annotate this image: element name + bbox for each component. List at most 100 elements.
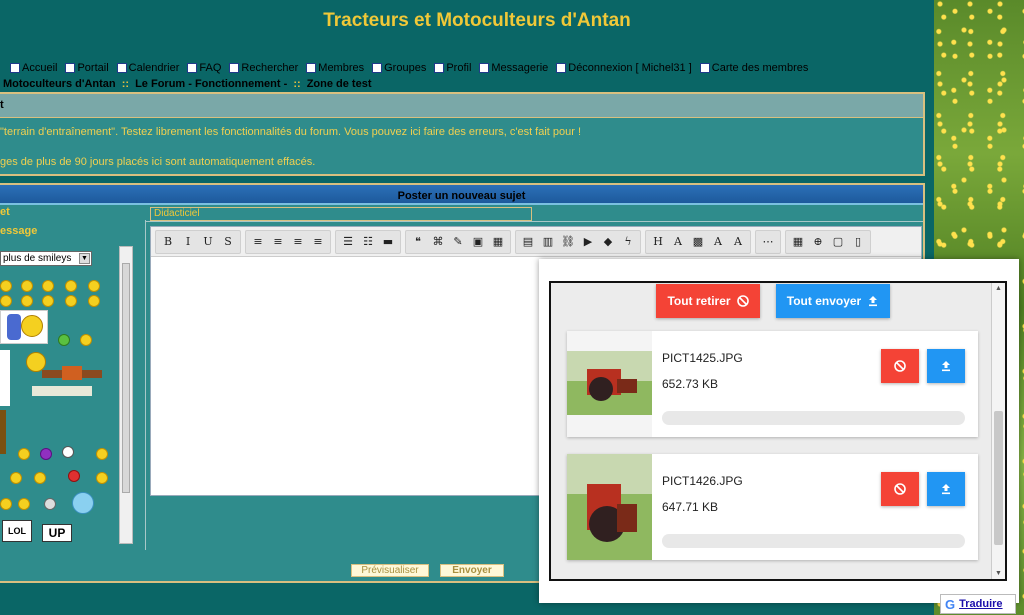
post-header: Poster un nouveau sujet	[0, 185, 923, 205]
smiley-icon[interactable]	[0, 295, 12, 307]
cancel-file-button[interactable]	[881, 349, 919, 383]
lol-sign-icon[interactable]: LOL	[2, 520, 32, 542]
hr-icon[interactable]: ▬	[379, 233, 397, 251]
smiley-icon[interactable]	[65, 295, 77, 307]
upload-file-button[interactable]	[927, 349, 965, 383]
forum-head: t	[0, 94, 923, 118]
nav-item[interactable]: FAQ	[187, 62, 221, 74]
bullet-list-icon[interactable]: ☰	[339, 233, 357, 251]
smiley-icon[interactable]	[42, 295, 54, 307]
align-center-icon[interactable]: ≡	[269, 233, 287, 251]
smiley-icon[interactable]	[88, 295, 100, 307]
translate-button[interactable]: G Traduire	[940, 594, 1016, 614]
smiley-icon[interactable]	[96, 448, 108, 460]
upload-icon	[869, 296, 878, 307]
nav-item[interactable]: Groupes	[372, 62, 426, 74]
table-icon[interactable]: ▦	[489, 233, 507, 251]
nav-item[interactable]: Carte des membres	[699, 62, 808, 74]
justify-icon[interactable]: ≡	[309, 233, 327, 251]
smiley-icon[interactable]	[72, 492, 94, 514]
nav-item[interactable]: Déconnexion [ Michel31 ]	[556, 62, 692, 74]
breadcrumb-item[interactable]: Motoculteurs d'Antan	[3, 78, 116, 90]
link-icon[interactable]: ⛓	[559, 233, 577, 251]
smiley-icon[interactable]	[40, 448, 52, 460]
smiley-icon[interactable]	[21, 280, 33, 292]
image-icon[interactable]: ▤	[519, 233, 537, 251]
dailymotion-icon[interactable]: ◆	[599, 233, 617, 251]
cancel-file-button[interactable]	[881, 472, 919, 506]
nav-item[interactable]: Profil	[434, 62, 471, 74]
smiley-icon[interactable]	[80, 334, 92, 346]
upload-file-button[interactable]	[927, 472, 965, 506]
search-icon	[229, 63, 240, 73]
smiley-icon[interactable]	[18, 498, 30, 510]
smiley-icon[interactable]	[0, 280, 12, 292]
smiley-icon[interactable]	[34, 472, 46, 484]
subject-input[interactable]: Didacticiel	[150, 207, 532, 221]
smiley-icon[interactable]	[65, 280, 77, 292]
smiley-gun-icon[interactable]	[22, 352, 106, 408]
upload-scrollbar[interactable]: ▲ ▼	[991, 283, 1005, 579]
nav-item[interactable]: Accueil	[10, 62, 57, 74]
breadcrumb-item[interactable]: Zone de test	[307, 78, 372, 90]
youtube-icon[interactable]: ▶	[579, 233, 597, 251]
preview-button[interactable]: Prévisualiser	[351, 564, 429, 577]
date-icon[interactable]: ▦	[789, 233, 807, 251]
strike-icon[interactable]: S	[219, 233, 237, 251]
quote-icon[interactable]: ❝	[409, 233, 427, 251]
smiley-icon[interactable]	[0, 498, 12, 510]
smiley-icon[interactable]	[44, 498, 56, 510]
hide-icon[interactable]: ▣	[469, 233, 487, 251]
up-sign-icon[interactable]: UP	[42, 524, 72, 542]
remove-all-button[interactable]: Tout retirer	[656, 284, 760, 318]
scrollbar-thumb[interactable]	[994, 411, 1003, 545]
clear-format-icon[interactable]: A	[729, 233, 747, 251]
nav-item[interactable]: Membres	[306, 62, 364, 74]
smiley-icon[interactable]	[42, 280, 54, 292]
scrollbar-thumb[interactable]	[122, 263, 130, 493]
code-icon[interactable]: ⌘	[429, 233, 447, 251]
scroll-up-icon[interactable]: ▲	[995, 285, 1002, 292]
host-image-icon[interactable]: ▥	[539, 233, 557, 251]
heading-icon[interactable]: H	[649, 233, 667, 251]
smiley-icon[interactable]	[10, 472, 22, 484]
underline-icon[interactable]: U	[199, 233, 217, 251]
italic-icon[interactable]: I	[179, 233, 197, 251]
smiley-icon[interactable]	[58, 334, 70, 346]
nav-item[interactable]: Rechercher	[229, 62, 298, 74]
smiley-large-icon[interactable]	[0, 310, 48, 344]
zoom-icon[interactable]: ⊕	[809, 233, 827, 251]
source-icon[interactable]: ▯	[849, 233, 867, 251]
bold-icon[interactable]: B	[159, 233, 177, 251]
flash-icon[interactable]: ϟ	[619, 233, 637, 251]
toolbar-group: ▦ ⊕ ▢ ▯	[785, 229, 871, 254]
smiley-scrollbar[interactable]	[119, 246, 133, 544]
spoiler-icon[interactable]: ✎	[449, 233, 467, 251]
globe-icon	[699, 63, 710, 73]
scroll-down-icon[interactable]: ▼	[995, 570, 1002, 577]
more-icon[interactable]: ⋯	[759, 233, 777, 251]
font-style-icon[interactable]: A	[709, 233, 727, 251]
smiley-icon[interactable]	[62, 446, 74, 458]
smiley-large-icon[interactable]	[0, 350, 10, 406]
font-icon[interactable]: A	[669, 233, 687, 251]
nav-item[interactable]: Messagerie	[479, 62, 548, 74]
nav-item[interactable]: Calendrier	[116, 62, 179, 74]
smiley-icon[interactable]	[68, 470, 80, 482]
members-icon	[306, 63, 317, 73]
color-icon[interactable]: ▩	[689, 233, 707, 251]
smiley-large-icon[interactable]	[0, 410, 6, 454]
align-left-icon[interactable]: ≡	[249, 233, 267, 251]
smiley-icon[interactable]	[21, 295, 33, 307]
breadcrumb-item[interactable]: Le Forum - Fonctionnement -	[135, 78, 287, 90]
send-button[interactable]: Envoyer	[440, 564, 504, 577]
smiley-icon[interactable]	[96, 472, 108, 484]
nav-item[interactable]: Portail	[65, 62, 109, 74]
number-list-icon[interactable]: ☷	[359, 233, 377, 251]
send-all-button[interactable]: Tout envoyer	[776, 284, 890, 318]
smiley-icon[interactable]	[18, 448, 30, 460]
smiley-select[interactable]: plus de smileys ▼	[0, 251, 92, 266]
align-right-icon[interactable]: ≡	[289, 233, 307, 251]
smiley-icon[interactable]	[88, 280, 100, 292]
paste-icon[interactable]: ▢	[829, 233, 847, 251]
